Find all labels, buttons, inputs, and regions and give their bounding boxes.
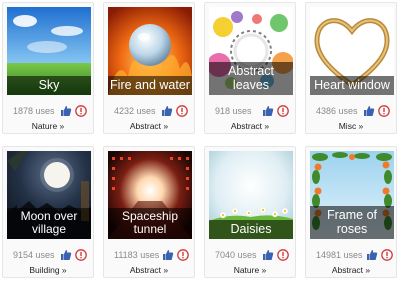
- template-card-heart-window[interactable]: Heart window 4386 uses Misc »: [305, 2, 397, 134]
- template-card-moon-over-village[interactable]: Moon over village 9154 uses Building »: [2, 146, 94, 278]
- thumbs-up-icon[interactable]: [366, 249, 378, 261]
- category-link[interactable]: Building »: [3, 265, 93, 275]
- uses-count: 1878 uses: [13, 106, 55, 116]
- category-link[interactable]: Abstract »: [104, 121, 194, 131]
- exclamation-icon[interactable]: [177, 249, 190, 261]
- template-meta: 4232 uses: [110, 104, 188, 118]
- category-link[interactable]: Nature »: [205, 265, 295, 275]
- template-meta: 11183 uses: [110, 248, 190, 262]
- uses-count: 4386 uses: [316, 106, 358, 116]
- category-link[interactable]: Abstract »: [205, 121, 295, 131]
- category-link[interactable]: Nature »: [3, 121, 93, 131]
- category-link[interactable]: Abstract »: [104, 265, 194, 275]
- exclamation-icon[interactable]: [378, 105, 390, 117]
- exclamation-icon[interactable]: [277, 249, 289, 261]
- category-link[interactable]: Misc »: [306, 121, 396, 131]
- template-thumbnail[interactable]: Daisies: [209, 151, 293, 239]
- template-thumbnail[interactable]: Fire and water: [108, 7, 192, 95]
- template-card-fire-and-water[interactable]: Fire and water 4232 uses Abstract »: [103, 2, 195, 134]
- thumbs-up-icon[interactable]: [262, 249, 274, 261]
- template-title: Sky: [7, 76, 91, 95]
- template-gallery: Sky 1878 uses Nature » Fire and water 42…: [0, 0, 400, 281]
- exclamation-icon[interactable]: [176, 105, 188, 117]
- uses-count: 918 uses: [215, 106, 252, 116]
- template-title: Daisies: [209, 220, 293, 239]
- uses-count: 11183 uses: [114, 250, 160, 260]
- exclamation-icon[interactable]: [75, 249, 87, 261]
- template-title: Abstract leaves: [209, 62, 293, 95]
- template-title: Spaceship tunnel: [108, 208, 192, 239]
- uses-count: 7040 uses: [215, 250, 257, 260]
- template-thumbnail[interactable]: Heart window: [310, 7, 394, 95]
- template-card-abstract-leaves[interactable]: Abstract leaves 918 uses Abstract »: [204, 2, 296, 134]
- category-link[interactable]: Abstract »: [306, 265, 396, 275]
- uses-count: 9154 uses: [13, 250, 55, 260]
- template-meta: 4386 uses: [312, 104, 390, 118]
- thumbs-up-icon[interactable]: [262, 105, 274, 117]
- template-meta: 918 uses: [211, 104, 289, 118]
- thumbs-up-icon[interactable]: [162, 249, 174, 261]
- template-meta: 1878 uses: [9, 104, 87, 118]
- template-card-daisies[interactable]: Daisies 7040 uses Nature »: [204, 146, 296, 278]
- template-title: Heart window: [310, 76, 394, 95]
- template-card-sky[interactable]: Sky 1878 uses Nature »: [2, 2, 94, 134]
- template-title: Fire and water: [108, 76, 192, 95]
- uses-count: 4232 uses: [114, 106, 156, 116]
- template-meta: 7040 uses: [211, 248, 289, 262]
- exclamation-icon[interactable]: [277, 105, 289, 117]
- thumbs-up-icon[interactable]: [60, 105, 72, 117]
- template-meta: 14981 uses: [312, 248, 393, 262]
- thumbs-up-icon[interactable]: [363, 105, 375, 117]
- template-card-frame-of-roses[interactable]: Frame of roses 14981 uses Abstract »: [305, 146, 397, 278]
- template-card-spaceship-tunnel[interactable]: Spaceship tunnel 11183 uses Abstract »: [103, 146, 195, 278]
- template-title: Frame of roses: [310, 206, 394, 239]
- exclamation-icon[interactable]: [75, 105, 87, 117]
- thumbs-up-icon[interactable]: [161, 105, 173, 117]
- template-thumbnail[interactable]: Moon over village: [7, 151, 91, 239]
- template-thumbnail[interactable]: Abstract leaves: [209, 7, 293, 95]
- template-title: Moon over village: [7, 208, 91, 239]
- template-thumbnail[interactable]: Frame of roses: [310, 151, 394, 239]
- template-meta: 9154 uses: [9, 248, 87, 262]
- thumbs-up-icon[interactable]: [60, 249, 72, 261]
- uses-count: 14981 uses: [316, 250, 363, 260]
- template-thumbnail[interactable]: Spaceship tunnel: [108, 151, 192, 239]
- template-thumbnail[interactable]: Sky: [7, 7, 91, 95]
- exclamation-icon[interactable]: [380, 249, 393, 261]
